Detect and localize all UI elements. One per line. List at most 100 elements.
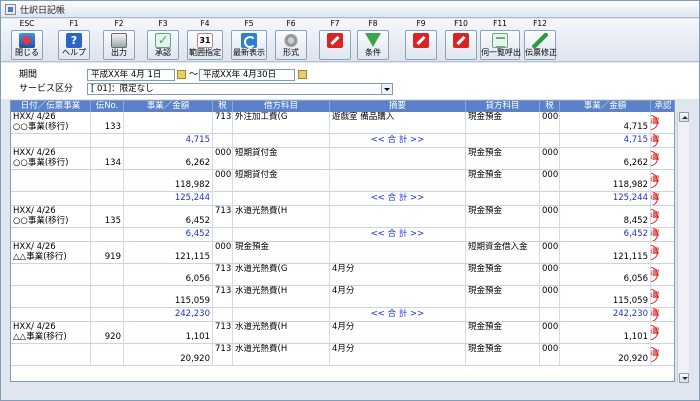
toolbar-button-face[interactable]: 閉じる <box>11 30 43 60</box>
table-cell[interactable] <box>233 192 330 205</box>
table-cell[interactable]: HXX/ 4/26 △△事業(移行) <box>11 322 91 343</box>
column-header[interactable]: 借方科目 <box>233 101 330 112</box>
table-cell[interactable]: 115,059 <box>560 286 651 307</box>
table-cell[interactable]: 4,715 <box>560 134 651 147</box>
table-cell[interactable] <box>91 170 124 191</box>
column-header[interactable]: 承認 <box>651 101 674 112</box>
toolbar-button-face[interactable] <box>445 30 477 60</box>
table-cell[interactable]: 短期貸付金 <box>233 170 330 191</box>
table-cell[interactable]: 6,262 <box>124 148 213 169</box>
table-cell[interactable]: 000 <box>213 148 233 169</box>
approval-seal-icon[interactable]: 承認 <box>651 228 659 241</box>
toolbar-button-face[interactable] <box>405 30 437 60</box>
table-cell[interactable]: 121,115 <box>560 242 651 263</box>
table-cell[interactable] <box>11 192 91 205</box>
table-cell[interactable]: 外注加工費(G <box>233 112 330 133</box>
table-cell[interactable]: 遊戯室 備品購入 <box>330 112 466 133</box>
toolbar-button-f10[interactable]: F10 <box>445 19 477 62</box>
table-cell[interactable]: 短期貸付金 <box>233 148 330 169</box>
service-select[interactable]: [ 01]：限定なし <box>87 83 393 95</box>
table-cell[interactable]: 現金預金 <box>466 286 540 307</box>
table-cell[interactable]: 000 <box>540 286 560 307</box>
table-cell[interactable] <box>91 228 124 241</box>
table-row[interactable]: HXX/ 4/26 △△事業(移行) 920 1,101 713 水道光熱費(H 4月分 現金… <box>11 322 674 344</box>
table-cell[interactable]: 承認 <box>651 206 674 227</box>
approval-seal-icon[interactable]: 承認 <box>651 192 659 205</box>
table-cell[interactable]: << 合 計 >> <box>330 134 466 147</box>
table-cell[interactable]: 133 <box>91 112 124 133</box>
toolbar-button-face[interactable]: 出力 <box>103 30 135 60</box>
table-cell[interactable]: 1,101 <box>124 322 213 343</box>
table-cell[interactable]: 1,101 <box>560 322 651 343</box>
table-row[interactable]: 115,059713水道光熱費(H4月分現金預金000115,059承認 <box>11 286 674 308</box>
table-cell[interactable]: 713 <box>213 264 233 285</box>
table-cell[interactable] <box>124 112 213 133</box>
approval-seal-icon[interactable]: 承認 <box>651 114 659 130</box>
table-cell[interactable]: 6,262 <box>560 148 651 169</box>
column-header[interactable]: 貸方科目 <box>466 101 540 112</box>
table-cell[interactable] <box>213 134 233 147</box>
table-cell[interactable]: << 合 計 >> <box>330 228 466 241</box>
table-row[interactable]: 20,920713水道光熱費(H4月分現金預金00020,920承認 <box>11 344 674 366</box>
column-header[interactable]: 税 <box>540 101 560 112</box>
column-header[interactable]: 事業／金額 <box>124 101 213 112</box>
table-row[interactable]: HXX/ 4/26 ○○事業(移行) 135 6,452 713 水道光熱費(H 現金預金 0… <box>11 206 674 228</box>
table-cell[interactable]: 承認 <box>651 308 674 321</box>
table-row[interactable]: 118,982000短期貸付金現金預金000118,982承認 <box>11 170 674 192</box>
table-cell[interactable]: 承認 <box>651 148 674 169</box>
table-row[interactable]: 6,056713水道光熱費(G4月分現金預金0006,056承認 <box>11 264 674 286</box>
table-cell[interactable] <box>213 228 233 241</box>
toolbar-button-face[interactable]: 形式 <box>275 30 307 60</box>
table-cell[interactable]: 121,115 <box>124 242 213 263</box>
table-cell[interactable]: 920 <box>91 322 124 343</box>
table-cell[interactable]: 4月分 <box>330 264 466 285</box>
toolbar-button-f5[interactable]: F5 最新表示 <box>231 19 267 62</box>
table-cell[interactable]: 135 <box>91 206 124 227</box>
table-cell[interactable]: 4月分 <box>330 344 466 365</box>
table-cell[interactable]: 4月分 <box>330 322 466 343</box>
table-cell[interactable]: 20,920 <box>560 344 651 365</box>
table-cell[interactable]: 000 <box>213 242 233 263</box>
table-cell[interactable]: 承認 <box>651 242 674 263</box>
toolbar-button-f12[interactable]: F12 伝票修正 <box>524 19 557 62</box>
table-cell[interactable]: 20,920 <box>124 344 213 365</box>
table-cell[interactable] <box>91 264 124 285</box>
table-cell[interactable]: 6,056 <box>124 264 213 285</box>
table-cell[interactable]: 118,982 <box>560 170 651 191</box>
toolbar-button-face[interactable]: 伝票修正 <box>524 30 557 60</box>
table-cell[interactable] <box>466 192 540 205</box>
approval-seal-icon[interactable]: 承認 <box>651 346 659 362</box>
approval-seal-icon[interactable]: 承認 <box>651 208 659 224</box>
table-cell[interactable]: 6,452 <box>560 228 651 241</box>
table-cell[interactable]: 現金預金 <box>466 148 540 169</box>
scroll-down-icon[interactable] <box>679 373 689 383</box>
table-cell[interactable]: 6,452 <box>124 228 213 241</box>
table-row[interactable]: HXX/ 4/26 ○○事業(移行) 134 6,262 000 短期貸付金 現金預金 000… <box>11 148 674 170</box>
table-cell[interactable] <box>11 134 91 147</box>
approval-seal-icon[interactable]: 承認 <box>651 308 659 321</box>
table-cell[interactable] <box>233 308 330 321</box>
period-from-input[interactable]: 平成XX年 4月 1日 <box>87 69 175 81</box>
table-cell[interactable] <box>330 148 466 169</box>
table-cell[interactable]: 118,982 <box>124 170 213 191</box>
table-cell[interactable] <box>213 308 233 321</box>
table-cell[interactable]: 承認 <box>651 192 674 205</box>
toolbar-button-face[interactable]: 31 範囲指定 <box>187 30 223 60</box>
table-cell[interactable] <box>91 308 124 321</box>
table-row[interactable]: 4,715<< 合 計 >>4,715承認 <box>11 134 674 148</box>
table-row[interactable]: 125,244<< 合 計 >>125,244承認 <box>11 192 674 206</box>
scroll-up-icon[interactable] <box>679 112 689 122</box>
table-cell[interactable] <box>330 170 466 191</box>
table-cell[interactable]: 125,244 <box>124 192 213 205</box>
table-cell[interactable] <box>11 344 91 365</box>
table-cell[interactable]: HXX/ 4/26 ○○事業(移行) <box>11 112 91 133</box>
table-cell[interactable]: 承認 <box>651 344 674 365</box>
table-cell[interactable]: 713 <box>213 206 233 227</box>
table-cell[interactable]: 4,715 <box>560 112 651 133</box>
table-cell[interactable] <box>11 228 91 241</box>
table-cell[interactable] <box>11 264 91 285</box>
table-cell[interactable]: << 合 計 >> <box>330 192 466 205</box>
table-cell[interactable] <box>91 134 124 147</box>
toolbar-button-f8[interactable]: F8 条件 <box>357 19 389 62</box>
table-cell[interactable]: 水道光熱費(H <box>233 344 330 365</box>
